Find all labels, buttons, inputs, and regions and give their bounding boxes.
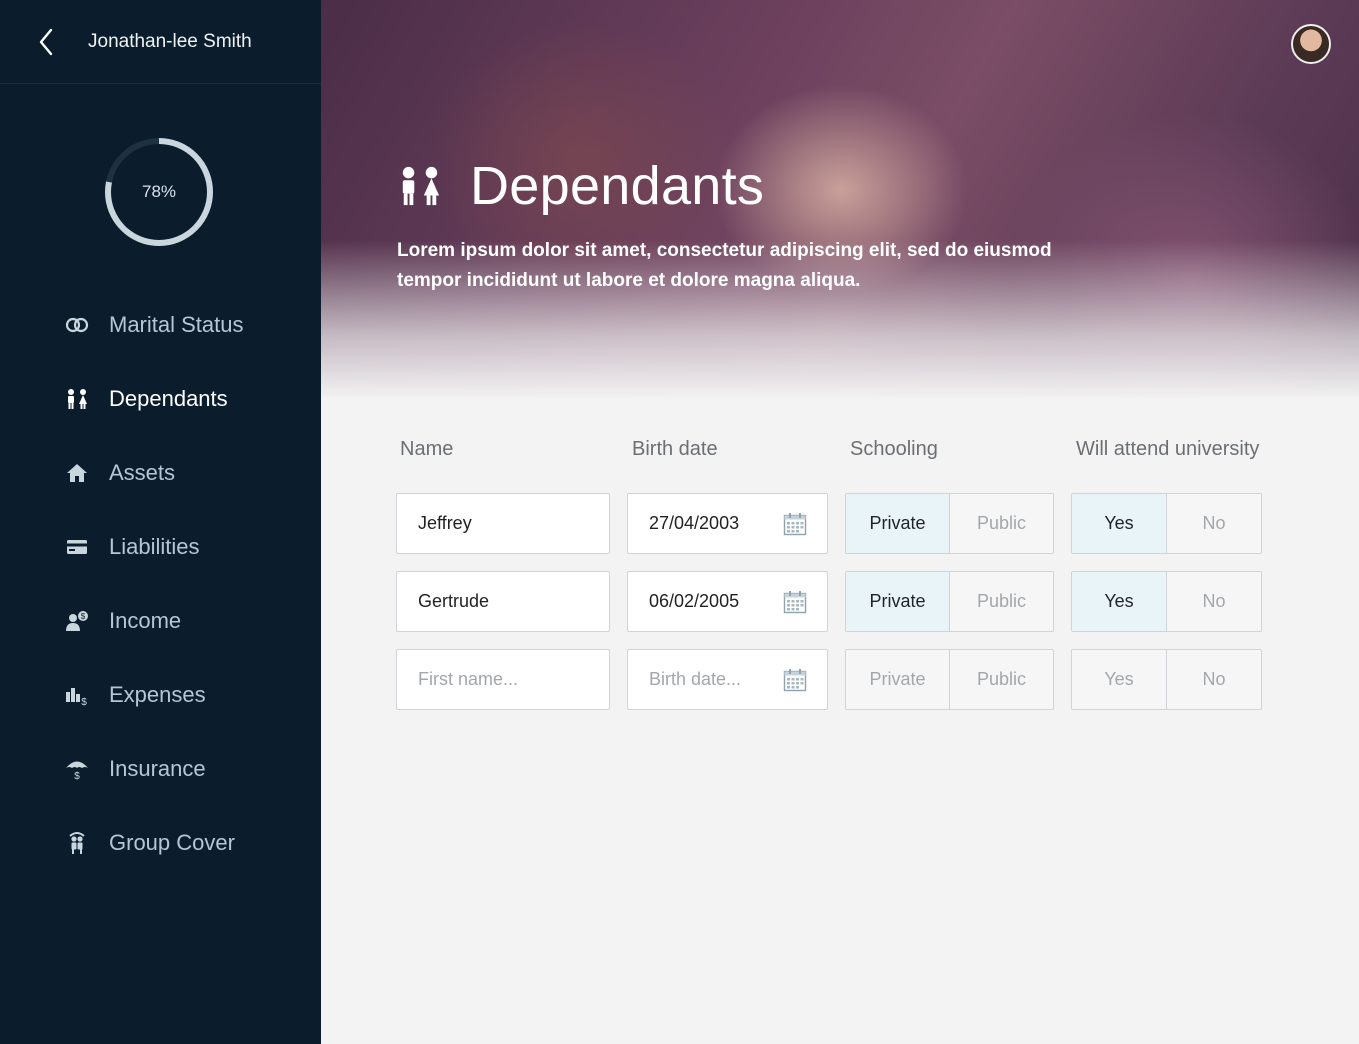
- calendar-icon[interactable]: [783, 512, 807, 536]
- university-no-option[interactable]: No: [1166, 494, 1261, 553]
- university-toggle: Yes No: [1071, 493, 1262, 554]
- sidebar-header: Jonathan-lee Smith: [0, 0, 321, 84]
- table-row: Gertrude 06/02/2005 Private Public Yes N…: [0, 571, 1359, 632]
- column-header-birth-date: Birth date: [632, 438, 718, 460]
- schooling-private-option[interactable]: Private: [846, 494, 949, 553]
- table-row: Jeffrey 27/04/2003 Private Public Yes No: [0, 493, 1359, 554]
- column-header-university: Will attend university: [1076, 438, 1260, 460]
- schooling-public-option[interactable]: Public: [949, 650, 1053, 709]
- group-icon: [64, 830, 90, 856]
- university-no-option[interactable]: No: [1166, 650, 1261, 709]
- birth-date-field[interactable]: 06/02/2005: [627, 571, 828, 632]
- birth-date-placeholder: Birth date...: [649, 669, 742, 689]
- schooling-toggle: Private Public: [845, 571, 1054, 632]
- column-header-schooling: Schooling: [850, 438, 938, 460]
- university-no-option[interactable]: No: [1166, 572, 1261, 631]
- page-title-group: Dependants: [396, 155, 764, 217]
- birth-date-value: 27/04/2003: [649, 513, 740, 533]
- calendar-icon[interactable]: [783, 668, 807, 692]
- university-toggle: Yes No: [1071, 571, 1262, 632]
- sidebar-item-dependants[interactable]: Dependants: [0, 362, 321, 436]
- sidebar-item-label: Marital Status: [109, 312, 244, 337]
- university-toggle: Yes No: [1071, 649, 1262, 710]
- chevron-left-icon: [39, 28, 53, 55]
- sidebar-item-insurance[interactable]: $ Insurance: [0, 732, 321, 806]
- back-button[interactable]: [38, 27, 62, 57]
- umbrella-icon: $: [64, 756, 90, 782]
- column-header-name: Name: [400, 438, 454, 460]
- university-yes-option[interactable]: Yes: [1072, 572, 1166, 631]
- sidebar-item-label: Dependants: [109, 386, 228, 411]
- new-table-row: First name... Birth date... Private Publ…: [0, 649, 1359, 710]
- schooling-toggle: Private Public: [845, 649, 1054, 710]
- name-field[interactable]: Gertrude: [396, 571, 610, 632]
- schooling-public-option[interactable]: Public: [949, 572, 1053, 631]
- birth-date-input[interactable]: Birth date...: [627, 649, 828, 710]
- progress-label: 78%: [141, 182, 177, 201]
- schooling-toggle: Private Public: [845, 493, 1054, 554]
- user-name: Jonathan-lee Smith: [88, 30, 252, 52]
- page-title: Dependants: [470, 156, 765, 216]
- avatar[interactable]: [1291, 24, 1331, 64]
- rings-icon: [64, 312, 90, 338]
- name-field[interactable]: Jeffrey: [396, 493, 610, 554]
- birth-date-value: 06/02/2005: [649, 591, 740, 611]
- svg-text:$: $: [74, 771, 80, 780]
- first-name-input[interactable]: First name...: [396, 649, 610, 710]
- children-icon: [402, 166, 440, 206]
- page-description: Lorem ipsum dolor sit amet, consectetur …: [397, 240, 1052, 291]
- birth-date-field[interactable]: 27/04/2003: [627, 493, 828, 554]
- children-icon: [64, 386, 90, 412]
- table-header: Name Birth date Schooling Will attend un…: [0, 438, 1359, 464]
- university-yes-option[interactable]: Yes: [1072, 494, 1166, 553]
- hero-banner: Dependants Lorem ipsum dolor sit amet, c…: [321, 0, 1359, 400]
- sidebar-item-label: Insurance: [109, 756, 206, 781]
- progress-ring: 78%: [103, 136, 215, 248]
- sidebar-item-group-cover[interactable]: Group Cover: [0, 806, 321, 880]
- schooling-private-option[interactable]: Private: [846, 572, 949, 631]
- schooling-public-option[interactable]: Public: [949, 494, 1053, 553]
- sidebar-item-marital-status[interactable]: Marital Status: [0, 288, 321, 362]
- university-yes-option[interactable]: Yes: [1072, 650, 1166, 709]
- calendar-icon[interactable]: [783, 590, 807, 614]
- schooling-private-option[interactable]: Private: [846, 650, 949, 709]
- sidebar-item-label: Group Cover: [109, 830, 235, 855]
